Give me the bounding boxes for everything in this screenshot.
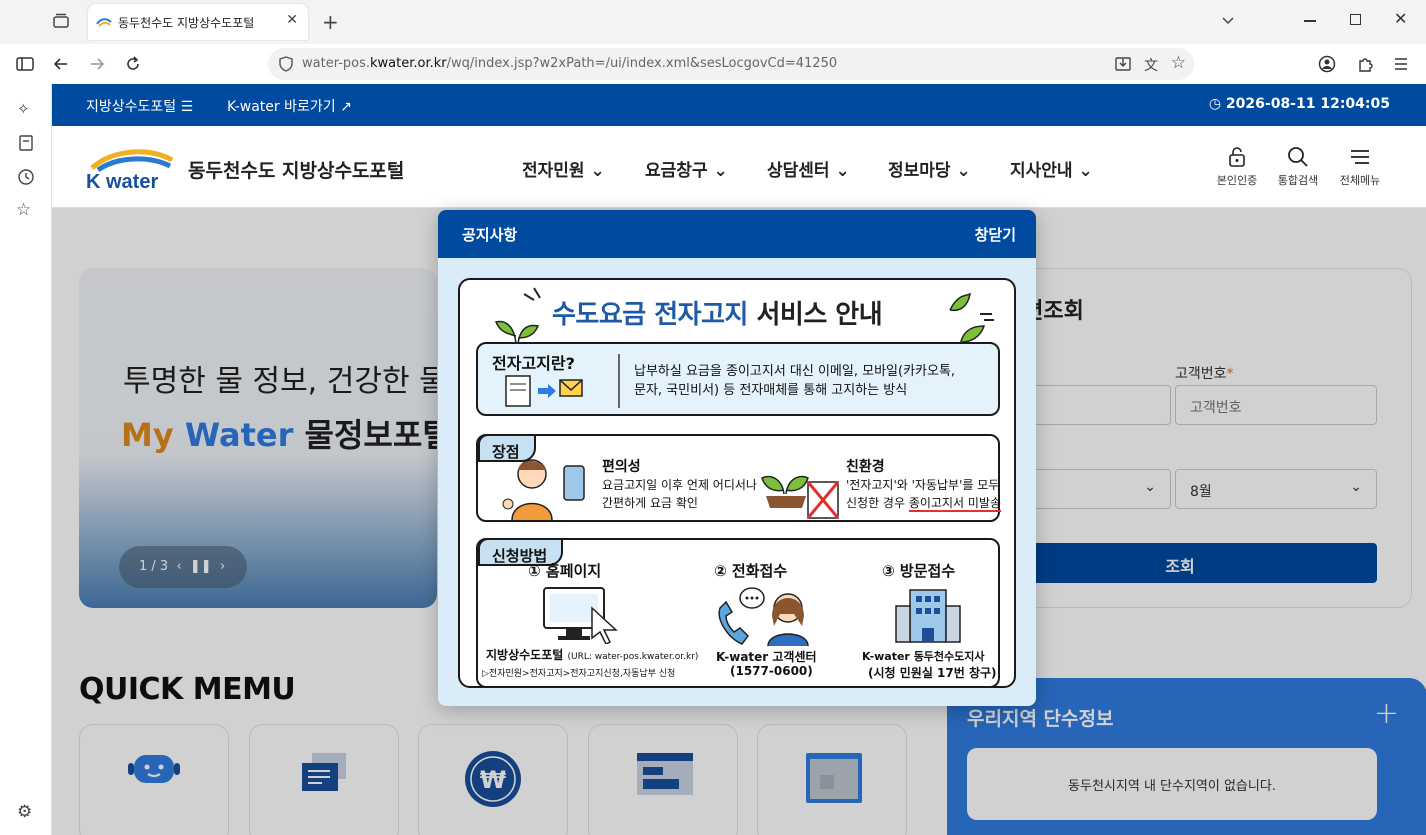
modal-close-button[interactable]: 창닫기 (975, 224, 1016, 245)
method-2-desc: K-water 고객센터 (716, 650, 817, 664)
tab-title: 동두천수도 지방상수도포털 (118, 16, 255, 30)
minimize-icon[interactable] (1304, 20, 1316, 22)
person-phone-icon (502, 459, 585, 520)
method-3-desc: K-water 동두천수도지사 (862, 650, 985, 663)
browser-titlebar: 동두천수도 지방상수도포털 ✕ + ✕ (0, 0, 1426, 44)
sidebar-toggle-icon[interactable] (16, 56, 34, 72)
external-link-icon: ↗ (340, 99, 352, 115)
tab-list-icon[interactable] (1220, 12, 1236, 28)
what-description: 납부하실 요금을 종이고지서 대신 이메일, 모바일(카카오톡, 문자, 국민비서… (634, 364, 956, 398)
method-3-title: ③ 방문접수 (882, 562, 956, 580)
divider (618, 354, 620, 408)
profile-icon[interactable] (1318, 55, 1336, 73)
merit-1-title: 편의성 (602, 459, 641, 475)
nav-item-consult[interactable]: 상담센터 ⌄ (767, 156, 850, 181)
current-datetime: ◷ 2026-08-11 12:04:05 (1208, 96, 1390, 112)
building-icon (895, 589, 961, 643)
browser-tab[interactable]: 동두천수도 지방상수도포털 ✕ (88, 4, 308, 40)
reload-icon[interactable] (124, 55, 142, 73)
all-menu-button[interactable]: 전체메뉴 (1330, 146, 1390, 188)
modal-header: 공지사항 창닫기 (438, 210, 1036, 258)
address-bar[interactable]: water-pos.kwater.or.kr/wq/index.jsp?w2xP… (268, 48, 1194, 80)
method-2-phone: (1577-0600) (730, 664, 813, 678)
new-tab-icon[interactable]: + (322, 10, 339, 34)
auth-button[interactable]: 본인인증 (1207, 146, 1267, 188)
merit-2-title: 친환경 (846, 459, 885, 475)
portal-menu-link[interactable]: 지방상수도포털 ☰ (86, 96, 193, 116)
computer-icon (543, 587, 618, 644)
install-app-icon[interactable] (1114, 55, 1132, 73)
section-what: 전자고지란? 납부하실 요금을 종이고지서 대신 이메일, 모바일(카카오톡, 문… (476, 342, 1000, 416)
collections-icon[interactable] (17, 134, 35, 152)
lock-icon (1229, 147, 1245, 167)
sidebar-settings-icon[interactable]: ⚙ (17, 802, 32, 822)
copilot-icon[interactable]: ✧ (17, 100, 30, 118)
sprout-left-icon (494, 287, 541, 345)
section-merits: 장점 편의성 요금고지일 이후 언제 어디서나 간편하게 요금 확인 친환경 '… (476, 434, 1001, 522)
kwater-logo[interactable]: K water (84, 146, 176, 190)
forward-icon[interactable] (88, 55, 106, 73)
settings-menu-icon[interactable] (1394, 56, 1408, 72)
maximize-icon[interactable] (1350, 14, 1361, 25)
method-1-path: ▷전자민원>전자고지>전자고지신청,자동납부 신청 (482, 669, 676, 679)
url-text: water-pos.kwater.or.kr/wq/index.jsp?w2xP… (302, 56, 838, 71)
no-paper-icon (761, 475, 840, 519)
web-page: 지방상수도포털 ☰ K-water 바로가기 ↗ ◷ 2026-08-11 12… (52, 84, 1426, 835)
tab-close-icon[interactable]: ✕ (286, 12, 298, 28)
favicon-icon (96, 14, 112, 30)
what-label: 전자고지란? (492, 354, 575, 373)
logo-text: K water (86, 171, 158, 190)
extensions-icon[interactable] (1356, 55, 1374, 73)
modal-title: 공지사항 (462, 226, 518, 244)
site-title[interactable]: 동두천수도 지방상수도포털 (188, 156, 404, 183)
notice-modal: 공지사항 창닫기 수도요금 전자고지 서비스 안내 전자고지란? 납부하실 요금… (438, 210, 1036, 706)
favorites-icon[interactable]: ☆ (16, 200, 31, 220)
translate-icon[interactable]: 文 (1144, 55, 1158, 75)
notice-title: 수도요금 전자고지 서비스 안내 (552, 300, 883, 330)
site-header: K water 동두천수도 지방상수도포털 전자민원 ⌄ 요금창구 ⌄ 상담센터… (52, 126, 1426, 208)
kwater-link[interactable]: K-water 바로가기 ↗ (227, 96, 352, 116)
nav-item-e-civil[interactable]: 전자민원 ⌄ (522, 156, 605, 181)
notice-image: 수도요금 전자고지 서비스 안내 전자고지란? 납부하실 요금을 종이고지서 대… (458, 278, 1016, 688)
method-3-place: (시청 민원실 17번 창구) (868, 666, 997, 680)
history-icon[interactable] (17, 168, 35, 186)
search-button[interactable]: 통합검색 (1268, 146, 1328, 188)
nav-item-fee[interactable]: 요금창구 ⌄ (645, 156, 728, 181)
site-info-icon[interactable] (278, 56, 294, 72)
merit-1-desc: 요금고지일 이후 언제 어디서나 간편하게 요금 확인 (602, 478, 757, 510)
top-utility-bar: 지방상수도포털 ☰ K-water 바로가기 ↗ ◷ 2026-08-11 12… (52, 84, 1426, 126)
section-apply: 신청방법 ① 홈페이지 지방상수도포털 (URL: water-pos.kwat… (476, 538, 1000, 686)
back-icon[interactable] (52, 55, 70, 73)
sprout-right-icon (949, 292, 994, 346)
clock-icon: ◷ (1208, 96, 1222, 112)
bookmark-star-icon[interactable]: ☆ (1171, 53, 1186, 73)
browser-sidebar: ✧ ☆ ⚙ (0, 84, 52, 835)
hamburger-icon (1351, 150, 1369, 164)
tab-actions-icon[interactable] (52, 12, 70, 30)
window-close-icon[interactable]: ✕ (1394, 9, 1407, 28)
method-1-desc: 지방상수도포털 (URL: water-pos.kwater.or.kr) (486, 648, 699, 662)
merit-2-desc: '전자고지'와 '자동납부'를 모두 신청한 경우 종이고지서 미발송 (846, 478, 1001, 512)
nav-item-branch[interactable]: 지사안내 ⌄ (1010, 156, 1093, 181)
method-2-title: ② 전화접수 (714, 562, 788, 580)
paper-to-mail-icon (505, 375, 583, 407)
method-1-title: ① 홈페이지 (528, 562, 602, 580)
phone-consultant-icon (718, 587, 809, 646)
nav-item-info[interactable]: 정보마당 ⌄ (888, 156, 971, 181)
search-icon (1288, 147, 1308, 167)
